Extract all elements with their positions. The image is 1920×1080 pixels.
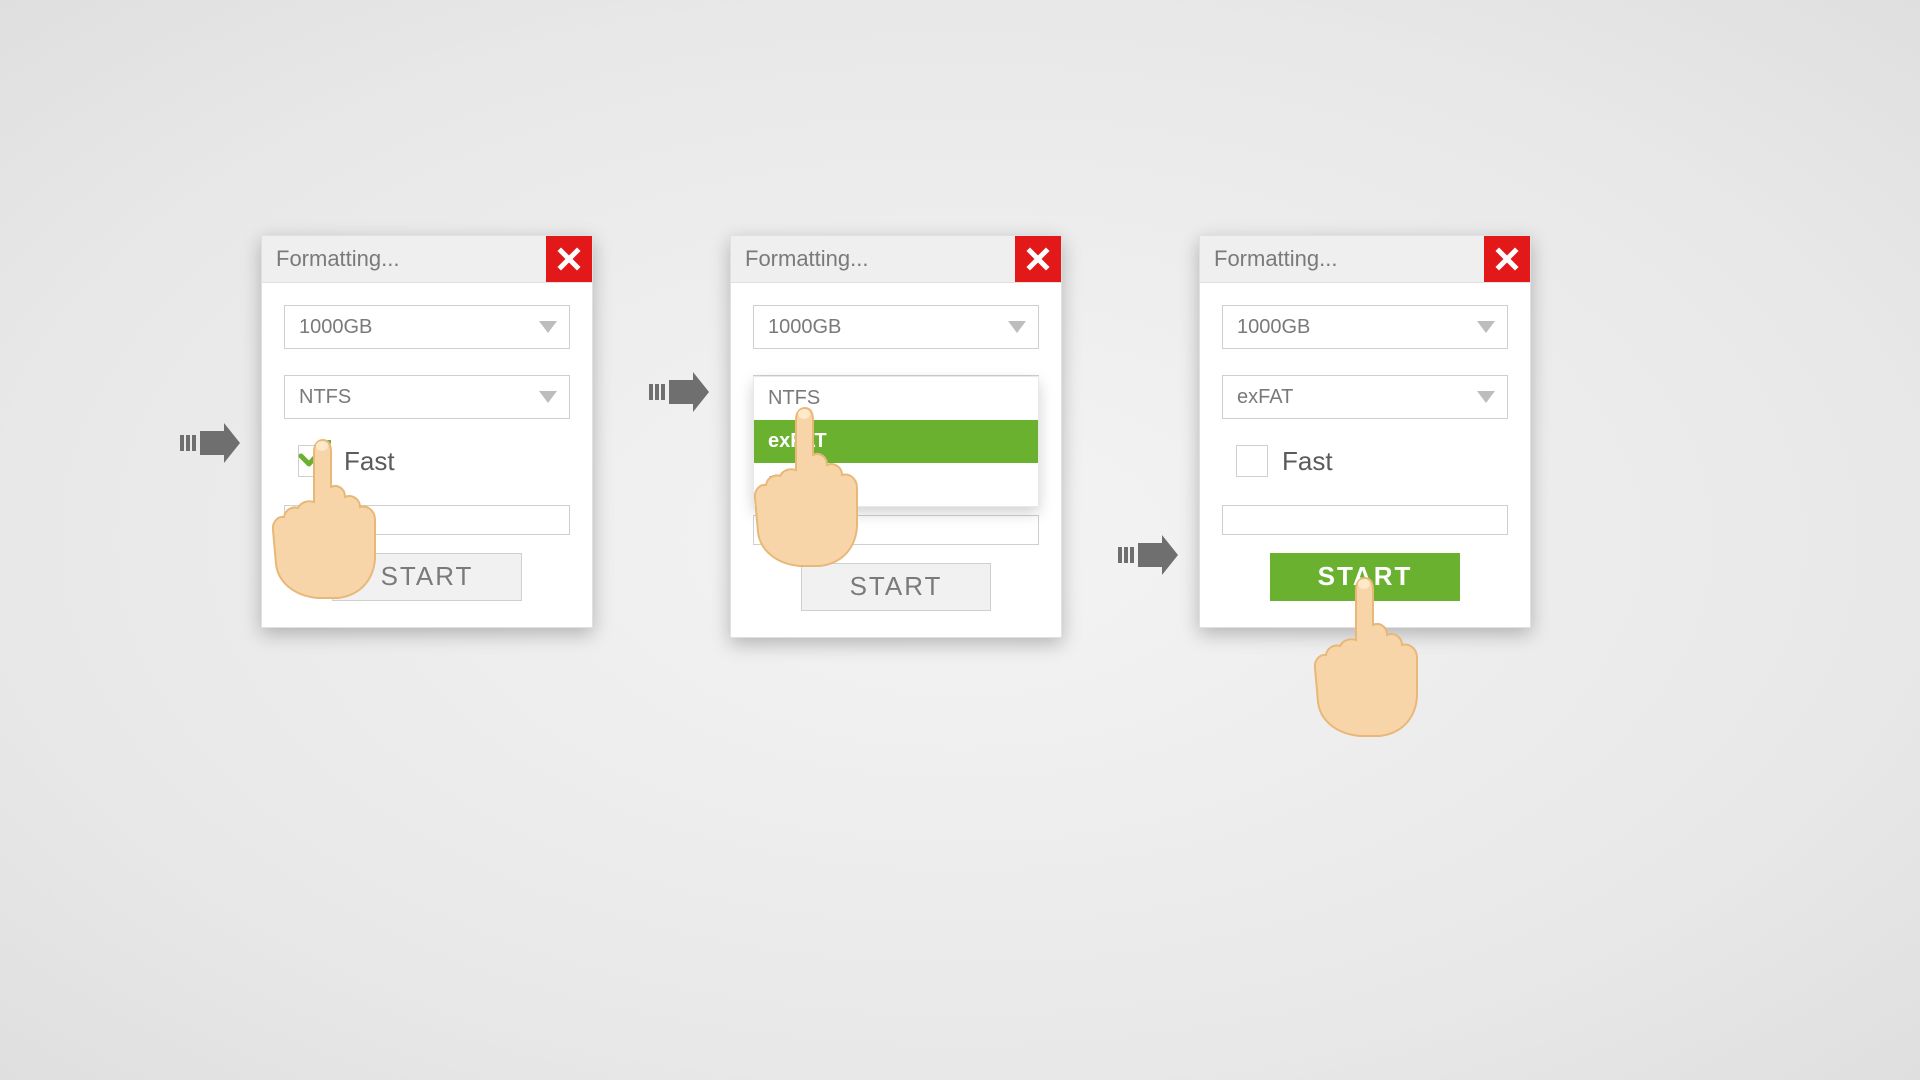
dialog-title: Formatting... — [745, 246, 868, 272]
capacity-value: 1000GB — [768, 316, 841, 339]
filesystem-value: exFAT — [1237, 386, 1293, 409]
progress-bar — [284, 505, 570, 535]
chevron-down-icon — [539, 321, 557, 333]
format-dialog: Formatting... 1000GB exFAT Fast START — [1199, 235, 1531, 628]
start-button[interactable]: START — [332, 553, 522, 601]
capacity-value: 1000GB — [299, 316, 372, 339]
progress-bar — [1222, 505, 1508, 535]
titlebar: Formatting... — [1200, 236, 1530, 283]
check-icon — [297, 440, 331, 470]
dropdown-option[interactable]: FAT32 — [754, 463, 1038, 506]
close-button[interactable] — [1484, 236, 1530, 282]
filesystem-select[interactable]: exFAT — [1222, 375, 1508, 419]
step-arrow-icon — [649, 372, 709, 417]
chevron-down-icon — [1008, 321, 1026, 333]
start-button[interactable]: START — [1270, 553, 1460, 601]
capacity-select[interactable]: 1000GB — [284, 305, 570, 349]
step-arrow-icon — [180, 423, 240, 468]
capacity-select[interactable]: 1000GB — [753, 305, 1039, 349]
chevron-down-icon — [539, 391, 557, 403]
step-arrow-icon — [1118, 535, 1178, 580]
dialog-title: Formatting... — [276, 246, 399, 272]
dropdown-option[interactable]: NTFS — [754, 377, 1038, 420]
chevron-down-icon — [1477, 391, 1495, 403]
progress-bar — [753, 515, 1039, 545]
titlebar: Formatting... — [262, 236, 592, 283]
filesystem-dropdown: NTFS exFAT FAT32 — [753, 376, 1039, 507]
dropdown-option-selected[interactable]: exFAT — [754, 420, 1038, 463]
filesystem-select[interactable]: NTFS — [284, 375, 570, 419]
fast-label: Fast — [344, 446, 395, 477]
format-dialog: Formatting... 1000GB NTFS Fast START — [261, 235, 593, 628]
fast-checkbox[interactable] — [1236, 445, 1268, 477]
close-button[interactable] — [1015, 236, 1061, 282]
capacity-value: 1000GB — [1237, 316, 1310, 339]
fast-label: Fast — [1282, 446, 1333, 477]
capacity-select[interactable]: 1000GB — [1222, 305, 1508, 349]
close-icon — [1026, 247, 1050, 271]
chevron-down-icon — [1477, 321, 1495, 333]
close-button[interactable] — [546, 236, 592, 282]
fast-checkbox[interactable] — [298, 445, 330, 477]
dialog-title: Formatting... — [1214, 246, 1337, 272]
close-icon — [1495, 247, 1519, 271]
start-button[interactable]: START — [801, 563, 991, 611]
close-icon — [557, 247, 581, 271]
format-dialog: Formatting... 1000GB NTFS START NTFS exF… — [730, 235, 1062, 638]
filesystem-value: NTFS — [299, 386, 351, 409]
titlebar: Formatting... — [731, 236, 1061, 283]
